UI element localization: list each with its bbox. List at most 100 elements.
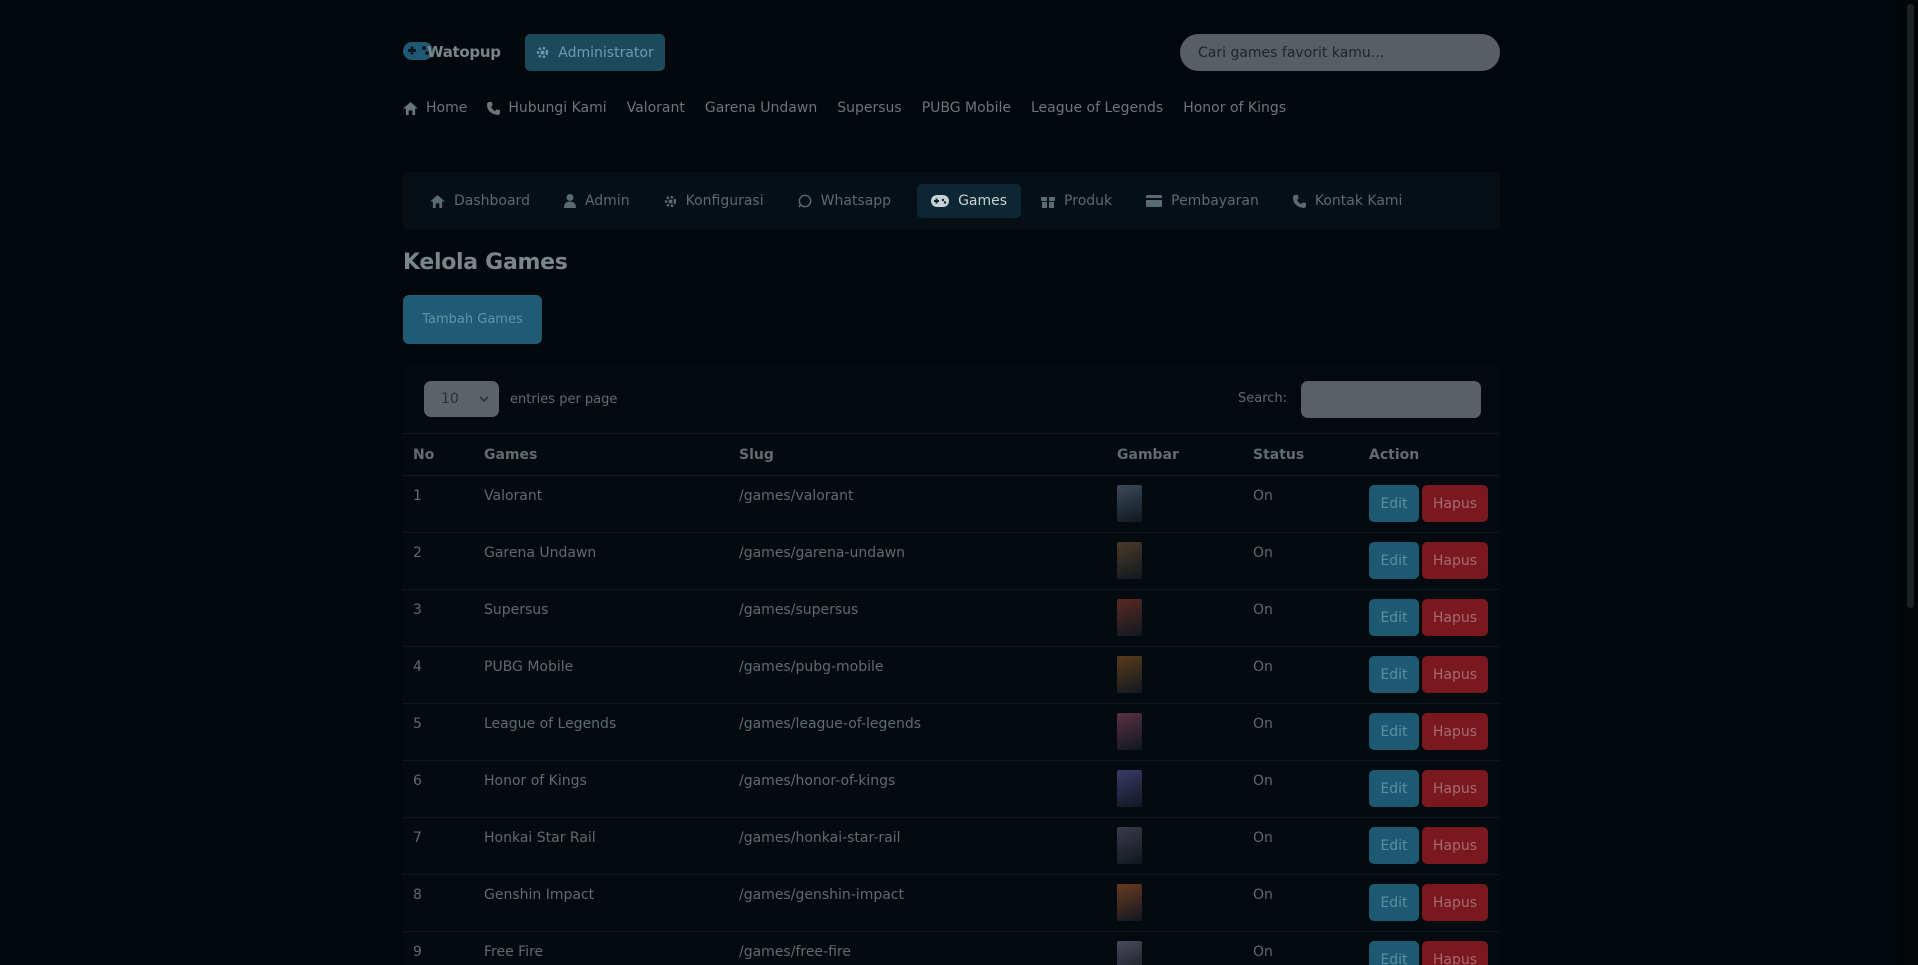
nav-honor-of-kings[interactable]: Honor of Kings: [1183, 100, 1286, 116]
row-game-name: Garena Undawn: [484, 545, 597, 561]
edit-button[interactable]: Edit: [1369, 770, 1419, 807]
admin-nav-dashboard[interactable]: Dashboard: [430, 193, 530, 209]
nav-home-label: Home: [426, 100, 468, 116]
administrator-button[interactable]: Administrator: [525, 34, 665, 71]
nav-garena-undawn[interactable]: Garena Undawn: [705, 100, 817, 116]
admin-nav-pembayaran[interactable]: Pembayaran: [1146, 193, 1259, 209]
row-status: On: [1253, 716, 1273, 732]
nav-pubg-mobile[interactable]: PUBG Mobile: [922, 100, 1011, 116]
row-status: On: [1253, 830, 1273, 846]
add-game-button[interactable]: Tambah Games: [403, 295, 542, 344]
table-search-label: Search:: [1238, 391, 1288, 406]
row-status: On: [1253, 602, 1273, 618]
header-games[interactable]: Games: [474, 434, 729, 476]
row-slug: /games/free-fire: [739, 944, 851, 960]
table-row: 6 Honor of Kings /games/honor-of-kings O…: [403, 761, 1500, 818]
nav-league-of-legends[interactable]: League of Legends: [1031, 100, 1163, 116]
row-status: On: [1253, 773, 1273, 789]
admin-nav-games-label: Games: [958, 193, 1008, 209]
edit-button[interactable]: Edit: [1369, 827, 1419, 864]
row-slug: /games/valorant: [739, 488, 854, 504]
table-row: 3 Supersus /games/supersus On Edit Hapus: [403, 590, 1500, 647]
table-row: 7 Honkai Star Rail /games/honkai-star-ra…: [403, 818, 1500, 875]
table-header-row: No Games Slug Gambar Status Action: [403, 433, 1500, 476]
gift-icon: [1041, 197, 1056, 208]
chevron-down-icon: [479, 396, 489, 402]
delete-button[interactable]: Hapus: [1422, 713, 1488, 750]
gamepad-icon: [931, 195, 950, 207]
admin-nav-kontak-kami-label: Kontak Kami: [1314, 193, 1403, 209]
delete-button[interactable]: Hapus: [1422, 599, 1488, 636]
nav-home[interactable]: Home: [403, 100, 467, 116]
admin-nav-produk-label: Produk: [1064, 193, 1113, 209]
row-no: 1: [413, 488, 422, 504]
row-no: 9: [413, 944, 422, 960]
row-slug: /games/genshin-impact: [739, 887, 904, 903]
user-icon: [563, 194, 576, 208]
edit-button[interactable]: Edit: [1369, 713, 1419, 750]
row-slug: /games/pubg-mobile: [739, 659, 884, 675]
row-slug: /games/supersus: [739, 602, 859, 618]
game-thumbnail: [1117, 713, 1142, 750]
admin-nav-whatsapp[interactable]: Whatsapp: [798, 193, 891, 209]
row-game-name: Honor of Kings: [484, 773, 587, 789]
row-no: 8: [413, 887, 422, 903]
row-slug: /games/garena-undawn: [739, 545, 906, 561]
delete-button[interactable]: Hapus: [1422, 485, 1488, 522]
phone-icon: [1292, 194, 1306, 208]
edit-button[interactable]: Edit: [1369, 941, 1419, 965]
delete-button[interactable]: Hapus: [1422, 656, 1488, 693]
delete-button[interactable]: Hapus: [1422, 542, 1488, 579]
table-search-input[interactable]: [1301, 381, 1481, 418]
logo-text: Watopup: [427, 43, 501, 61]
site-logo[interactable]: Watopup: [403, 34, 501, 70]
nav-hubungi-kami[interactable]: Hubungi Kami: [487, 100, 607, 116]
row-no: 6: [413, 773, 422, 789]
admin-nav-admin-label: Admin: [584, 193, 630, 209]
row-status: On: [1253, 545, 1273, 561]
header-no[interactable]: No: [403, 434, 474, 476]
table-row: 2 Garena Undawn /games/garena-undawn On …: [403, 533, 1500, 590]
entries-value: 10: [441, 391, 459, 407]
delete-button[interactable]: Hapus: [1422, 827, 1488, 864]
admin-nav-whatsapp-label: Whatsapp: [820, 193, 892, 209]
game-thumbnail: [1117, 656, 1142, 693]
nav-supersus[interactable]: Supersus: [837, 100, 901, 116]
row-game-name: PUBG Mobile: [484, 659, 574, 675]
nav-valorant[interactable]: Valorant: [627, 100, 685, 116]
edit-button[interactable]: Edit: [1369, 542, 1419, 579]
admin-nav-konfigurasi[interactable]: Konfigurasi: [664, 193, 764, 209]
row-slug: /games/honor-of-kings: [739, 773, 896, 789]
edit-button[interactable]: Edit: [1369, 485, 1419, 522]
delete-button[interactable]: Hapus: [1422, 884, 1488, 921]
edit-button[interactable]: Edit: [1369, 656, 1419, 693]
table-row: 9 Free Fire /games/free-fire On Edit Hapu…: [403, 932, 1500, 965]
topbar: Watopup Administrator: [403, 34, 1500, 72]
credit-card-icon: [1146, 195, 1163, 207]
delete-button[interactable]: Hapus: [1422, 941, 1488, 965]
header-gambar[interactable]: Gambar: [1107, 434, 1243, 476]
edit-button[interactable]: Edit: [1369, 599, 1419, 636]
table-row: 8 Genshin Impact /games/genshin-impact O…: [403, 875, 1500, 932]
game-thumbnail: [1117, 770, 1142, 807]
header-slug[interactable]: Slug: [729, 434, 1107, 476]
nav-hubungi-kami-label: Hubungi Kami: [508, 100, 607, 116]
game-search-input[interactable]: [1180, 34, 1500, 71]
game-thumbnail: [1117, 941, 1142, 965]
row-no: 2: [413, 545, 422, 561]
games-table: No Games Slug Gambar Status Action 1 Val…: [403, 433, 1500, 965]
delete-button[interactable]: Hapus: [1422, 770, 1488, 807]
admin-nav-kontak-kami[interactable]: Kontak Kami: [1292, 193, 1403, 209]
admin-nav-produk[interactable]: Produk: [1041, 193, 1112, 209]
header-status[interactable]: Status: [1243, 434, 1359, 476]
edit-button[interactable]: Edit: [1369, 884, 1419, 921]
entries-per-page-select[interactable]: 10: [424, 381, 499, 417]
admin-nav-admin[interactable]: Admin: [563, 193, 630, 209]
scrollbar-thumb[interactable]: [1907, 4, 1914, 608]
game-thumbnail: [1117, 827, 1142, 864]
page-scrollbar[interactable]: [1902, 0, 1918, 965]
row-game-name: Valorant: [484, 488, 543, 504]
admin-nav-games[interactable]: Games: [917, 184, 1022, 218]
home-icon: [403, 101, 418, 115]
header-action[interactable]: Action: [1359, 434, 1500, 476]
